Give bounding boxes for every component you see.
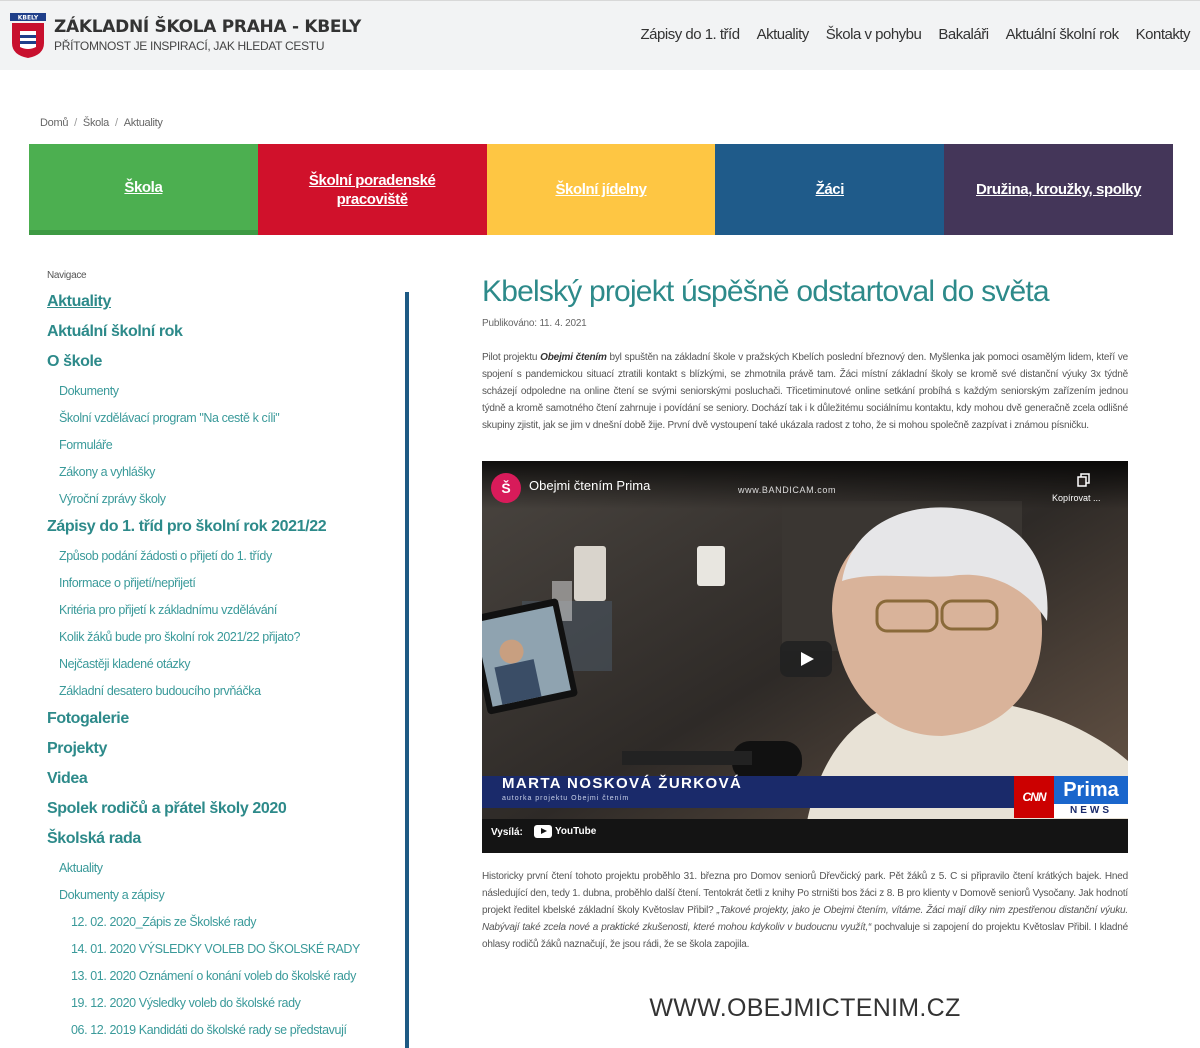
article-paragraph: Historicky první čtení tohoto projektu p… <box>482 871 1128 950</box>
school-name[interactable]: ZÁKLADNÍ ŠKOLA PRAHA - KBELY <box>54 17 361 37</box>
sidebar-list: Aktuality Aktuální školní rok O škole Dokum… <box>47 291 397 1047</box>
sidebar-item[interactable]: Informace o přijetí/nepřijetí <box>47 573 397 600</box>
sidebar-item[interactable]: Zákony a vyhlášky <box>47 462 397 489</box>
sidebar-item[interactable]: 06. 12. 2019 Kandidáti do školské rady s… <box>47 1020 397 1047</box>
sidebar-item[interactable]: Školská rada <box>47 828 397 858</box>
breadcrumb-current: Aktuality <box>123 117 163 129</box>
site-header: KBELY ZÁKLADNÍ ŠKOLA PRAHA - KBELY PŘÍTO… <box>0 0 1200 70</box>
sidebar-item[interactable]: Nejčastěji kladené otázky <box>47 654 397 681</box>
breadcrumb-school[interactable]: Škola <box>83 117 109 129</box>
project-url[interactable]: WWW.OBEJMICTENIM.CZ <box>482 994 1128 1023</box>
sidebar-item[interactable]: Fotogalerie <box>47 708 397 738</box>
project-name: Obejmi čtením <box>540 352 607 363</box>
youtube-video-embed[interactable]: Š Obejmi čtením Prima www.BANDICAM.com K… <box>482 461 1128 853</box>
sidebar-item[interactable]: Zápisy do 1. tříd pro školní rok 2021/22 <box>47 516 397 546</box>
main-nav: Zápisy do 1. tříd Aktuality Škola v pohy… <box>641 26 1191 43</box>
sidebar-item[interactable]: Formuláře <box>47 435 397 462</box>
copy-link-label[interactable]: Kopírovat ... <box>1052 493 1101 503</box>
breadcrumb-separator: / <box>114 117 118 129</box>
prima-logo: Prima <box>1054 776 1128 804</box>
sidebar-item[interactable]: 13. 01. 2020 Oznámení o konání voleb do … <box>47 966 397 993</box>
sidebar-item[interactable]: Spolek rodičů a přátel školy 2020 <box>47 798 397 828</box>
article-paragraph: Pilot projektu Obejmi čtením byl spuštěn… <box>482 352 1129 431</box>
youtube-link[interactable]: YouTube <box>534 825 596 838</box>
sidebar-item[interactable]: O škole <box>47 351 397 381</box>
cnn-logo: CNN <box>1014 776 1054 818</box>
tile-pupils[interactable]: Žáci <box>715 144 945 235</box>
sidebar-item[interactable]: 12. 02. 2020_Zápis ze Školské rady <box>47 912 397 939</box>
sidebar-item[interactable]: 14. 01. 2020 VÝSLEDKY VOLEB DO ŠKOLSKÉ R… <box>47 939 397 966</box>
school-crest-icon[interactable]: KBELY <box>10 13 46 59</box>
sidebar-item[interactable]: 19. 12. 2020 Výsledky voleb do školské r… <box>47 993 397 1020</box>
published-date: Publikováno: 11. 4. 2021 <box>482 318 587 329</box>
play-button[interactable] <box>780 641 832 677</box>
breadcrumb: Domů / Škola / Aktuality <box>40 117 163 129</box>
nav-news[interactable]: Aktuality <box>757 26 810 43</box>
bandicam-watermark: www.BANDICAM.com <box>738 485 837 495</box>
nav-current-year[interactable]: Aktuální školní rok <box>1006 26 1120 43</box>
sidebar-item[interactable]: Základní desatero budoucího prvňáčka <box>47 681 397 708</box>
sidebar-item[interactable]: Kolik žáků bude pro školní rok 2021/22 p… <box>47 627 397 654</box>
article: Kbelský projekt úspěšně odstartoval do s… <box>482 272 1129 950</box>
sidebar-item[interactable]: Kritéria pro přijetí k základnímu vzdělá… <box>47 600 397 627</box>
sidebar-item[interactable]: Aktuality <box>47 858 397 885</box>
breadcrumb-home[interactable]: Domů <box>40 117 68 129</box>
video-title[interactable]: Obejmi čtením Prima <box>529 478 650 493</box>
sidebar-item[interactable]: Aktuální školní rok <box>47 321 397 351</box>
watch-on-label: Vysílá: <box>491 827 523 838</box>
crest-lettering: KBELY <box>18 15 39 22</box>
youtube-label: YouTube <box>555 826 597 837</box>
nav-contacts[interactable]: Kontakty <box>1136 26 1191 43</box>
sidebar-item[interactable]: Školní vzdělávací program "Na cestě k cí… <box>47 408 397 435</box>
category-tiles: Škola Školní poradenské pracoviště Školn… <box>29 144 1173 235</box>
nav-bakalari[interactable]: Bakaláři <box>938 26 989 43</box>
sidebar-item[interactable]: Videa <box>47 768 397 798</box>
sidebar-divider <box>405 292 409 1048</box>
sidebar-item[interactable]: Způsob podání žádosti o přijetí do 1. tř… <box>47 546 397 573</box>
sidebar-item[interactable]: Dokumenty <box>47 381 397 408</box>
news-logo: NEWS <box>1054 804 1128 818</box>
sidebar-heading: Navigace <box>47 270 87 281</box>
channel-avatar[interactable]: Š <box>491 473 521 503</box>
name-caption: MARTA NOSKOVÁ ŽURKOVÁ <box>502 775 743 792</box>
sidebar-item[interactable]: Dokumenty a zápisy <box>47 885 397 912</box>
tile-school[interactable]: Škola <box>29 144 258 235</box>
copy-link-icon[interactable] <box>1077 473 1091 487</box>
nav-school-in-motion[interactable]: Škola v pohybu <box>826 26 922 43</box>
sidebar-navigation: Navigace Aktuality Aktuální školní rok O š… <box>47 270 397 1047</box>
sidebar-item[interactable]: Projekty <box>47 738 397 768</box>
tile-counseling[interactable]: Školní poradenské pracoviště <box>257 144 487 235</box>
name-subcaption: autorka projektu Obejmi čtením <box>502 795 630 802</box>
nav-enrollment[interactable]: Zápisy do 1. tříd <box>641 26 741 43</box>
article-title: Kbelský projekt úspěšně odstartoval do s… <box>482 275 1050 308</box>
tile-after-school[interactable]: Družina, kroužky, spolky <box>944 144 1173 235</box>
sidebar-item[interactable]: Aktuality <box>47 291 397 321</box>
breadcrumb-separator: / <box>74 117 77 129</box>
sidebar-item[interactable]: Výroční zprávy školy <box>47 489 397 516</box>
school-tagline: PŘÍTOMNOST JE INSPIRACÍ, JAK HLEDAT CEST… <box>54 39 325 53</box>
tile-canteens[interactable]: Školní jídelny <box>486 144 716 235</box>
youtube-icon <box>534 825 552 838</box>
